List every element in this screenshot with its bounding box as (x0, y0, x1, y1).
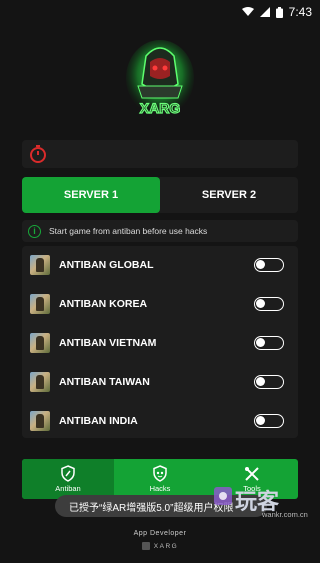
antiban-label: ANTIBAN TAIWAN (59, 375, 150, 388)
footer-developer-name: XARG (153, 542, 179, 550)
status-icons: 7:43 (241, 5, 312, 19)
tab-server-1[interactable]: SERVER 1 (22, 177, 160, 213)
stopwatch-icon[interactable] (28, 144, 48, 164)
antiban-vietnam-toggle[interactable] (254, 335, 284, 350)
footer-developer: XARG (0, 542, 320, 550)
antiban-korea-toggle[interactable] (254, 297, 284, 312)
info-icon: i (28, 224, 41, 238)
game-thumbnail-icon (30, 371, 50, 392)
antiban-global-toggle[interactable] (254, 258, 284, 273)
nav-antiban[interactable]: Antiban (22, 459, 114, 499)
list-item: ANTIBAN INDIA (22, 401, 298, 440)
game-thumbnail-icon (30, 332, 50, 353)
nav-antiban-label: Antiban (55, 484, 81, 493)
timer-panel (22, 140, 298, 168)
game-thumbnail-icon (30, 294, 50, 315)
antiban-label: ANTIBAN VIETNAM (59, 336, 157, 349)
server-tabs: SERVER 1 SERVER 2 (22, 177, 298, 213)
toggle-knob (256, 376, 265, 386)
shield-icon (61, 465, 75, 482)
list-item: ANTIBAN GLOBAL (22, 246, 298, 285)
toggle-knob (256, 337, 265, 347)
nav-hacks-label: Hacks (149, 484, 171, 493)
toggle-knob (256, 260, 265, 270)
nav-hacks[interactable]: Hacks (114, 459, 206, 499)
wifi-icon (241, 7, 254, 16)
developer-logo-icon (141, 542, 150, 550)
antiban-taiwan-toggle[interactable] (254, 374, 284, 389)
tools-icon (245, 466, 259, 481)
toggle-knob (256, 415, 265, 425)
list-item: ANTIBAN KOREA (22, 285, 298, 324)
toggle-knob (256, 299, 265, 309)
antiban-label: ANTIBAN GLOBAL (59, 259, 154, 272)
antiban-india-toggle[interactable] (254, 413, 284, 428)
notice-bar: i Start game from antiban before use hac… (22, 220, 298, 242)
antiban-label: ANTIBAN INDIA (59, 414, 138, 427)
antiban-list: ANTIBAN GLOBAL ANTIBAN KOREA ANTIBAN VIE… (22, 246, 298, 438)
game-thumbnail-icon (30, 255, 50, 276)
mask-shield-icon (153, 465, 167, 482)
footer-developer-label: App Developer (133, 530, 187, 537)
game-thumbnail-icon (30, 410, 50, 431)
notice-text: Start game from antiban before use hacks (49, 226, 208, 236)
signal-icon (259, 7, 270, 17)
antiban-label: ANTIBAN KOREA (59, 298, 148, 311)
list-item: ANTIBAN TAIWAN (22, 362, 298, 401)
battery-icon (275, 6, 283, 18)
status-bar: 7:43 (0, 0, 320, 24)
tab-server-2[interactable]: SERVER 2 (160, 177, 298, 213)
status-time: 7:43 (288, 5, 312, 19)
logo-text: XARG (140, 100, 181, 116)
watermark-url: wankr.com.cn (262, 510, 308, 519)
app-logo: XARG (126, 40, 194, 117)
list-item: ANTIBAN VIETNAM (22, 324, 298, 363)
